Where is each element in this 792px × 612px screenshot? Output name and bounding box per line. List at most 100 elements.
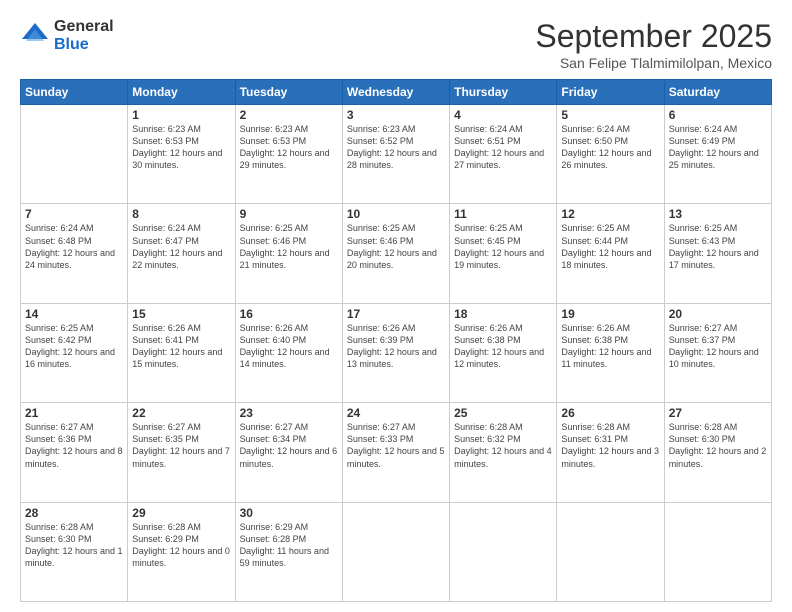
cell-info: Sunrise: 6:28 AMSunset: 6:29 PMDaylight:… xyxy=(132,522,230,568)
cell-w5-d4 xyxy=(450,502,557,601)
logo-blue-text: Blue xyxy=(54,36,114,54)
day-number: 7 xyxy=(25,207,123,221)
cell-w2-d1: 8 Sunrise: 6:24 AMSunset: 6:47 PMDayligh… xyxy=(128,204,235,303)
cell-info: Sunrise: 6:28 AMSunset: 6:32 PMDaylight:… xyxy=(454,422,552,468)
cell-info: Sunrise: 6:25 AMSunset: 6:42 PMDaylight:… xyxy=(25,323,115,369)
day-number: 8 xyxy=(132,207,230,221)
week-row-1: 1 Sunrise: 6:23 AMSunset: 6:53 PMDayligh… xyxy=(21,105,772,204)
header: General Blue September 2025 San Felipe T… xyxy=(20,18,772,71)
cell-w4-d4: 25 Sunrise: 6:28 AMSunset: 6:32 PMDaylig… xyxy=(450,403,557,502)
cell-info: Sunrise: 6:27 AMSunset: 6:33 PMDaylight:… xyxy=(347,422,445,468)
cell-w1-d0 xyxy=(21,105,128,204)
cell-w1-d3: 3 Sunrise: 6:23 AMSunset: 6:52 PMDayligh… xyxy=(342,105,449,204)
cell-w3-d1: 15 Sunrise: 6:26 AMSunset: 6:41 PMDaylig… xyxy=(128,303,235,402)
header-friday: Friday xyxy=(557,80,664,105)
cell-info: Sunrise: 6:25 AMSunset: 6:45 PMDaylight:… xyxy=(454,223,544,269)
day-number: 6 xyxy=(669,108,767,122)
weekday-header-row: Sunday Monday Tuesday Wednesday Thursday… xyxy=(21,80,772,105)
cell-w2-d6: 13 Sunrise: 6:25 AMSunset: 6:43 PMDaylig… xyxy=(664,204,771,303)
cell-info: Sunrise: 6:26 AMSunset: 6:38 PMDaylight:… xyxy=(561,323,651,369)
day-number: 23 xyxy=(240,406,338,420)
cell-w3-d3: 17 Sunrise: 6:26 AMSunset: 6:39 PMDaylig… xyxy=(342,303,449,402)
cell-info: Sunrise: 6:23 AMSunset: 6:53 PMDaylight:… xyxy=(132,124,222,170)
cell-info: Sunrise: 6:26 AMSunset: 6:40 PMDaylight:… xyxy=(240,323,330,369)
cell-info: Sunrise: 6:26 AMSunset: 6:39 PMDaylight:… xyxy=(347,323,437,369)
cell-info: Sunrise: 6:26 AMSunset: 6:41 PMDaylight:… xyxy=(132,323,222,369)
day-number: 24 xyxy=(347,406,445,420)
day-number: 2 xyxy=(240,108,338,122)
cell-w3-d6: 20 Sunrise: 6:27 AMSunset: 6:37 PMDaylig… xyxy=(664,303,771,402)
cell-w4-d2: 23 Sunrise: 6:27 AMSunset: 6:34 PMDaylig… xyxy=(235,403,342,502)
cell-info: Sunrise: 6:29 AMSunset: 6:28 PMDaylight:… xyxy=(240,522,329,568)
day-number: 1 xyxy=(132,108,230,122)
day-number: 25 xyxy=(454,406,552,420)
header-tuesday: Tuesday xyxy=(235,80,342,105)
cell-w5-d5 xyxy=(557,502,664,601)
cell-info: Sunrise: 6:27 AMSunset: 6:34 PMDaylight:… xyxy=(240,422,338,468)
cell-w1-d6: 6 Sunrise: 6:24 AMSunset: 6:49 PMDayligh… xyxy=(664,105,771,204)
cell-w5-d1: 29 Sunrise: 6:28 AMSunset: 6:29 PMDaylig… xyxy=(128,502,235,601)
cell-w4-d1: 22 Sunrise: 6:27 AMSunset: 6:35 PMDaylig… xyxy=(128,403,235,502)
cell-info: Sunrise: 6:23 AMSunset: 6:53 PMDaylight:… xyxy=(240,124,330,170)
cell-info: Sunrise: 6:27 AMSunset: 6:36 PMDaylight:… xyxy=(25,422,123,468)
cell-w2-d0: 7 Sunrise: 6:24 AMSunset: 6:48 PMDayligh… xyxy=(21,204,128,303)
cell-w1-d1: 1 Sunrise: 6:23 AMSunset: 6:53 PMDayligh… xyxy=(128,105,235,204)
page: General Blue September 2025 San Felipe T… xyxy=(0,0,792,612)
day-number: 16 xyxy=(240,307,338,321)
cell-w5-d0: 28 Sunrise: 6:28 AMSunset: 6:30 PMDaylig… xyxy=(21,502,128,601)
cell-info: Sunrise: 6:25 AMSunset: 6:46 PMDaylight:… xyxy=(240,223,330,269)
cell-w2-d4: 11 Sunrise: 6:25 AMSunset: 6:45 PMDaylig… xyxy=(450,204,557,303)
header-wednesday: Wednesday xyxy=(342,80,449,105)
logo-general-text: General xyxy=(54,18,114,36)
cell-w2-d3: 10 Sunrise: 6:25 AMSunset: 6:46 PMDaylig… xyxy=(342,204,449,303)
cell-info: Sunrise: 6:25 AMSunset: 6:43 PMDaylight:… xyxy=(669,223,759,269)
cell-info: Sunrise: 6:28 AMSunset: 6:30 PMDaylight:… xyxy=(25,522,123,568)
day-number: 15 xyxy=(132,307,230,321)
day-number: 3 xyxy=(347,108,445,122)
day-number: 12 xyxy=(561,207,659,221)
cell-w2-d2: 9 Sunrise: 6:25 AMSunset: 6:46 PMDayligh… xyxy=(235,204,342,303)
week-row-5: 28 Sunrise: 6:28 AMSunset: 6:30 PMDaylig… xyxy=(21,502,772,601)
header-thursday: Thursday xyxy=(450,80,557,105)
cell-w3-d0: 14 Sunrise: 6:25 AMSunset: 6:42 PMDaylig… xyxy=(21,303,128,402)
cell-w4-d0: 21 Sunrise: 6:27 AMSunset: 6:36 PMDaylig… xyxy=(21,403,128,502)
cell-info: Sunrise: 6:23 AMSunset: 6:52 PMDaylight:… xyxy=(347,124,437,170)
cell-w3-d4: 18 Sunrise: 6:26 AMSunset: 6:38 PMDaylig… xyxy=(450,303,557,402)
day-number: 21 xyxy=(25,406,123,420)
day-number: 26 xyxy=(561,406,659,420)
header-saturday: Saturday xyxy=(664,80,771,105)
day-number: 10 xyxy=(347,207,445,221)
cell-info: Sunrise: 6:28 AMSunset: 6:31 PMDaylight:… xyxy=(561,422,659,468)
title-section: September 2025 San Felipe Tlalmimilolpan… xyxy=(535,18,772,71)
month-title: September 2025 xyxy=(535,18,772,55)
cell-info: Sunrise: 6:26 AMSunset: 6:38 PMDaylight:… xyxy=(454,323,544,369)
day-number: 17 xyxy=(347,307,445,321)
cell-w2-d5: 12 Sunrise: 6:25 AMSunset: 6:44 PMDaylig… xyxy=(557,204,664,303)
cell-w1-d5: 5 Sunrise: 6:24 AMSunset: 6:50 PMDayligh… xyxy=(557,105,664,204)
cell-info: Sunrise: 6:24 AMSunset: 6:47 PMDaylight:… xyxy=(132,223,222,269)
logo-text: General Blue xyxy=(54,18,114,53)
week-row-3: 14 Sunrise: 6:25 AMSunset: 6:42 PMDaylig… xyxy=(21,303,772,402)
day-number: 14 xyxy=(25,307,123,321)
location-subtitle: San Felipe Tlalmimilolpan, Mexico xyxy=(535,55,772,71)
logo-icon xyxy=(20,21,50,51)
cell-info: Sunrise: 6:24 AMSunset: 6:48 PMDaylight:… xyxy=(25,223,115,269)
cell-w5-d3 xyxy=(342,502,449,601)
header-sunday: Sunday xyxy=(21,80,128,105)
cell-w4-d6: 27 Sunrise: 6:28 AMSunset: 6:30 PMDaylig… xyxy=(664,403,771,502)
day-number: 27 xyxy=(669,406,767,420)
cell-info: Sunrise: 6:24 AMSunset: 6:49 PMDaylight:… xyxy=(669,124,759,170)
logo: General Blue xyxy=(20,18,114,53)
cell-w3-d5: 19 Sunrise: 6:26 AMSunset: 6:38 PMDaylig… xyxy=(557,303,664,402)
calendar: Sunday Monday Tuesday Wednesday Thursday… xyxy=(20,79,772,602)
cell-w3-d2: 16 Sunrise: 6:26 AMSunset: 6:40 PMDaylig… xyxy=(235,303,342,402)
day-number: 18 xyxy=(454,307,552,321)
cell-w1-d4: 4 Sunrise: 6:24 AMSunset: 6:51 PMDayligh… xyxy=(450,105,557,204)
cell-info: Sunrise: 6:25 AMSunset: 6:44 PMDaylight:… xyxy=(561,223,651,269)
cell-info: Sunrise: 6:28 AMSunset: 6:30 PMDaylight:… xyxy=(669,422,767,468)
cell-info: Sunrise: 6:27 AMSunset: 6:37 PMDaylight:… xyxy=(669,323,759,369)
day-number: 22 xyxy=(132,406,230,420)
cell-w1-d2: 2 Sunrise: 6:23 AMSunset: 6:53 PMDayligh… xyxy=(235,105,342,204)
week-row-2: 7 Sunrise: 6:24 AMSunset: 6:48 PMDayligh… xyxy=(21,204,772,303)
header-monday: Monday xyxy=(128,80,235,105)
